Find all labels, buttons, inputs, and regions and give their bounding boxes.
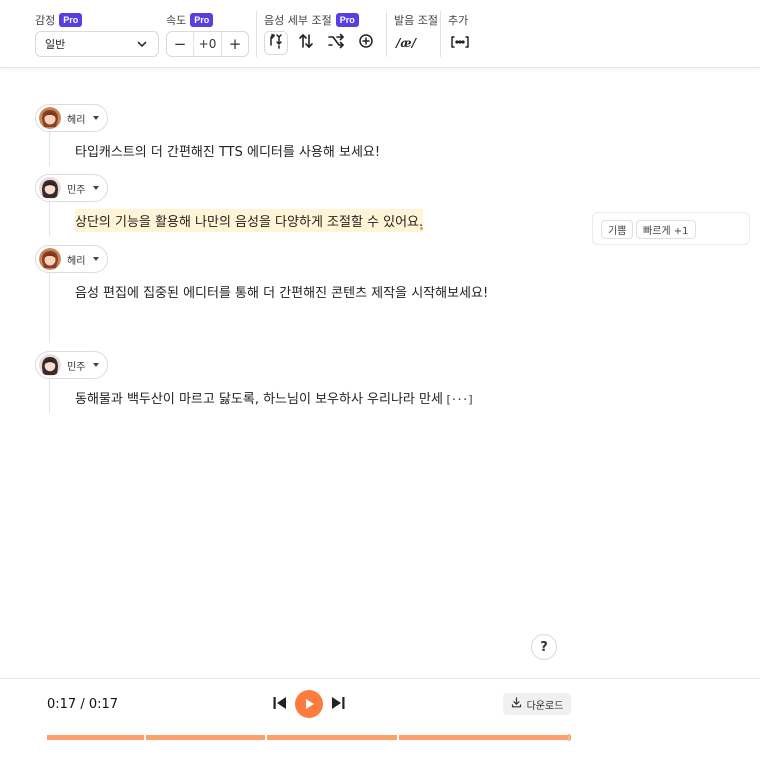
speed-stepper: − +0 + — [166, 31, 249, 57]
emotion-value: 일반 — [45, 38, 66, 51]
pronunciation-button[interactable]: /æ/ — [394, 31, 418, 55]
script-line-text[interactable]: 타입캐스트의 더 간편해진 TTS 에디터를 사용해 보세요! — [75, 141, 380, 160]
line-connector — [49, 200, 50, 236]
speaker-selector[interactable]: 헤리 — [35, 104, 109, 132]
avatar — [39, 248, 61, 270]
emotion-group-label: 감정 Pro — [35, 12, 83, 28]
speaker-name: 헤리 — [67, 255, 86, 267]
divider — [386, 11, 387, 57]
avatar — [39, 177, 61, 199]
playback-time: 0:17 / 0:17 — [47, 697, 119, 712]
progress-track[interactable] — [47, 734, 571, 741]
speaker-name: 민주 — [67, 361, 86, 373]
speed-group-label: 속도 Pro — [166, 12, 214, 28]
add-circle-icon — [358, 33, 374, 53]
editor-toolbar: 감정 Pro 일반 속도 Pro − +0 + 음성 세부 조절 Pro 발음 … — [0, 0, 760, 68]
progress-handle[interactable] — [568, 734, 570, 741]
bracket-more-icon — [450, 34, 470, 53]
speaker-name: 헤리 — [67, 114, 86, 126]
extra-label: 추가 — [448, 14, 469, 27]
segment-divider — [265, 735, 267, 740]
pronunciation-group-label: 발음 조절 — [394, 12, 438, 28]
speed-value: +0 — [193, 32, 222, 56]
play-icon — [303, 695, 315, 714]
caret-down-icon — [93, 363, 100, 367]
pronunciation-label: 발음 조절 — [394, 14, 438, 27]
script-line-text[interactable]: 음성 편집에 집중된 에디터를 통해 더 간편해진 콘텐츠 제작을 시작해보세요… — [75, 282, 488, 301]
emotion-select[interactable]: 일반 — [35, 31, 159, 57]
voice-detail-group-label: 음성 세부 조절 Pro — [264, 12, 359, 28]
caret-down-icon — [93, 257, 100, 261]
pro-badge: Pro — [190, 13, 214, 27]
speaker-selector[interactable]: 민주 — [35, 174, 109, 202]
skip-previous-icon — [272, 695, 288, 714]
add-effect-button[interactable] — [354, 31, 378, 55]
extra-group-label: 추가 — [448, 12, 468, 28]
player-bar: 0:17 / 0:17 다운로드 — [0, 678, 760, 761]
emotion-label: 감정 — [35, 14, 56, 27]
speaker-selector[interactable]: 민주 — [35, 351, 109, 379]
swap-vertical-icon — [297, 32, 315, 54]
pitch-tune-button[interactable] — [264, 31, 288, 55]
chevron-down-icon — [135, 37, 149, 51]
progress-fill — [47, 735, 571, 740]
speed-increase-button[interactable]: + — [222, 32, 248, 56]
pro-badge: Pro — [59, 13, 83, 27]
avatar — [39, 354, 61, 376]
script-line-text[interactable]: 상단의 기능을 활용해 나만의 음성을 다양하게 조절할 수 있어요. — [75, 209, 424, 232]
line-tags-card: 기쁨 빠르게 +1 — [592, 212, 750, 245]
skip-previous-button[interactable] — [271, 696, 289, 712]
download-button[interactable]: 다운로드 — [503, 693, 571, 715]
more-text-chip[interactable]: [···] — [445, 393, 474, 406]
skip-next-button[interactable] — [329, 696, 347, 712]
line-connector — [49, 130, 50, 166]
pitch-tune-icon — [267, 32, 285, 54]
speaker-name: 민주 — [67, 184, 86, 196]
cursor-marker — [420, 227, 423, 230]
voice-detail-label: 음성 세부 조절 — [264, 14, 332, 27]
caret-down-icon — [93, 116, 100, 120]
segment-divider — [397, 735, 399, 740]
pitch-swap-button[interactable] — [294, 31, 318, 55]
avatar — [39, 107, 61, 129]
divider — [440, 11, 441, 57]
speed-label: 속도 — [166, 14, 187, 27]
script-line: 동해물과 백두산이 마르고 닳도록, 하느님이 보우하사 우리나라 만세 [···… — [75, 388, 474, 407]
help-button[interactable]: ? — [531, 634, 557, 660]
caret-down-icon — [93, 186, 100, 190]
shuffle-button[interactable] — [324, 31, 348, 55]
pro-badge: Pro — [335, 13, 359, 27]
skip-next-icon — [330, 695, 346, 714]
download-label: 다운로드 — [526, 700, 564, 712]
emotion-tag[interactable]: 기쁨 — [601, 220, 634, 239]
speed-tag[interactable]: 빠르게 +1 — [636, 220, 696, 239]
speed-decrease-button[interactable]: − — [167, 32, 193, 56]
ipa-symbol: /æ/ — [396, 36, 416, 50]
play-button[interactable] — [295, 690, 323, 718]
shuffle-icon — [327, 32, 345, 54]
divider — [256, 11, 257, 57]
segment-divider — [144, 735, 146, 740]
speaker-selector[interactable]: 헤리 — [35, 245, 109, 273]
extra-button[interactable] — [448, 31, 472, 55]
line-connector — [49, 271, 50, 343]
line-connector — [49, 377, 50, 413]
script-line-text[interactable]: 동해물과 백두산이 마르고 닳도록, 하느님이 보우하사 우리나라 만세 — [75, 392, 443, 407]
download-icon — [511, 697, 522, 711]
